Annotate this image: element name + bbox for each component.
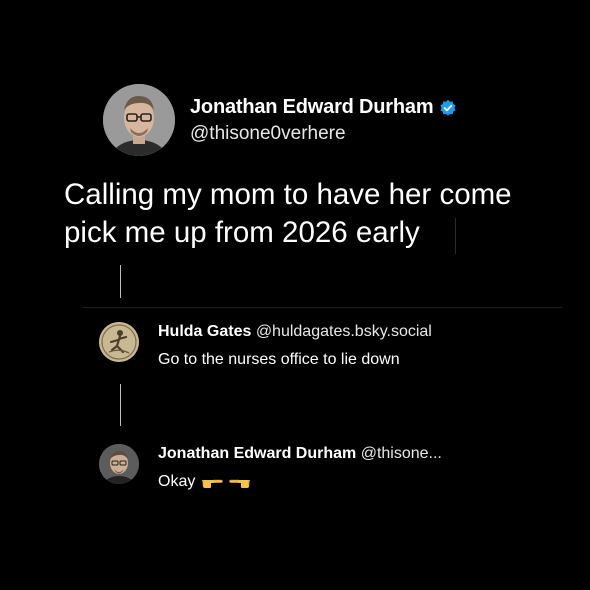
reply-text-content: Okay (158, 473, 196, 490)
verified-badge-icon (439, 99, 457, 117)
post-text: Calling my mom to have her come pick me … (64, 178, 512, 249)
reply-header: Hulda Gates @huldagates.bsky.social (158, 323, 432, 341)
reply-author-handle[interactable]: @huldagates.bsky.social (256, 323, 432, 340)
reply-author-name[interactable]: Hulda Gates (158, 323, 251, 340)
reply-text: Okay (158, 473, 251, 491)
text-cursor (455, 218, 456, 254)
author-avatar[interactable] (103, 84, 175, 156)
thread-connector-line (120, 384, 121, 426)
author-name-text: Jonathan Edward Durham (190, 96, 434, 118)
pointing-left-hand-icon (229, 475, 251, 489)
reply-author-handle[interactable]: @thisone... (361, 445, 442, 462)
reply-header: Jonathan Edward Durham @thisone... (158, 445, 442, 463)
divider (82, 307, 562, 308)
author-handle[interactable]: @thisone0verhere (190, 123, 346, 145)
reply-avatar[interactable] (99, 322, 139, 362)
reply-author-name[interactable]: Jonathan Edward Durham (158, 445, 356, 462)
reply-text: Go to the nurses office to lie down (158, 351, 400, 368)
author-name[interactable]: Jonathan Edward Durham (190, 96, 457, 119)
thread-connector-line (120, 265, 121, 298)
reply-avatar[interactable] (99, 444, 139, 484)
pointing-right-hand-icon (201, 475, 224, 489)
